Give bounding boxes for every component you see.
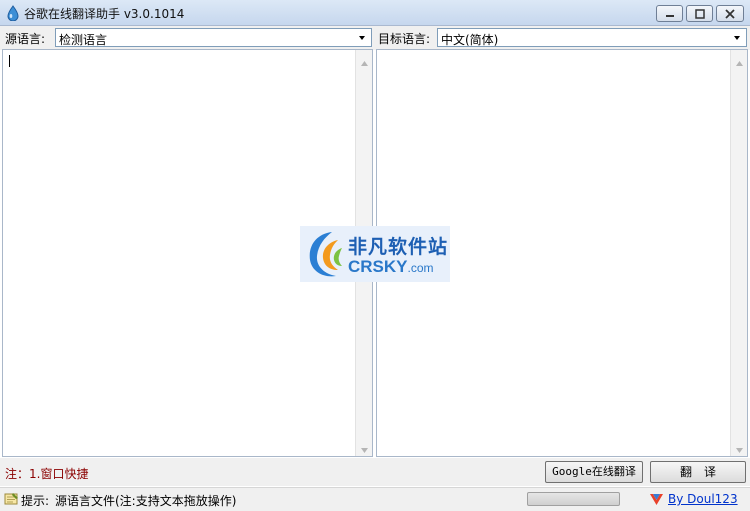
minimize-icon xyxy=(666,15,674,17)
google-translate-button[interactable]: Google在线翻译 xyxy=(545,461,643,483)
hint-label: 提示: xyxy=(21,494,50,508)
chevron-down-icon xyxy=(730,30,744,45)
logo-brand: CRSKY xyxy=(348,257,408,276)
chevron-down-icon xyxy=(355,30,369,45)
logo-domain: .com xyxy=(407,261,434,275)
close-icon xyxy=(725,9,735,19)
author-link[interactable]: By Doul123 xyxy=(668,492,738,506)
maximize-icon xyxy=(695,9,705,19)
target-language-value: 中文(简体) xyxy=(441,33,499,47)
scroll-up-icon[interactable] xyxy=(360,56,369,66)
text-caret xyxy=(9,55,10,67)
maximize-button[interactable] xyxy=(686,5,713,22)
target-language-select[interactable]: 中文(简体) xyxy=(437,28,747,47)
hint-text: 源语言文件(注:支持文本拖放操作) xyxy=(55,494,237,508)
scroll-down-icon[interactable] xyxy=(735,443,744,453)
progress-bar xyxy=(527,492,620,506)
crsky-watermark-logo: 非凡软件站 CRSKY.com xyxy=(300,226,450,282)
heart-logo-icon xyxy=(649,492,664,506)
scroll-up-icon[interactable] xyxy=(735,56,744,66)
logo-chinese-text: 非凡软件站 xyxy=(348,236,449,258)
shortcut-note: 注：1.窗口快捷 xyxy=(5,467,89,481)
target-scrollbar[interactable] xyxy=(730,50,747,456)
translate-button[interactable]: 翻译 xyxy=(650,461,746,483)
title-bar: 谷歌在线翻译助手 v3.0.1014 xyxy=(0,0,750,26)
close-button[interactable] xyxy=(716,5,744,22)
language-bar: 源语言: 检测语言 目标语言: 中文(简体) xyxy=(0,26,750,50)
blue-droplet-icon xyxy=(6,5,20,22)
crsky-swirl-icon xyxy=(309,232,342,277)
scroll-down-icon[interactable] xyxy=(360,443,369,453)
source-language-label: 源语言: xyxy=(5,32,46,46)
source-language-value: 检测语言 xyxy=(59,33,108,47)
status-bar: 提示: 源语言文件(注:支持文本拖放操作) By Doul123 xyxy=(0,487,750,511)
minimize-button[interactable] xyxy=(656,5,683,22)
target-language-label: 目标语言: xyxy=(378,32,431,46)
action-bar: 注：1.窗口快捷 Google在线翻译 翻译 xyxy=(0,458,750,486)
source-language-select[interactable]: 检测语言 xyxy=(55,28,372,47)
notepad-icon xyxy=(4,492,19,505)
window-title: 谷歌在线翻译助手 v3.0.1014 xyxy=(24,7,185,21)
logo-english-text: CRSKY.com xyxy=(348,257,434,277)
